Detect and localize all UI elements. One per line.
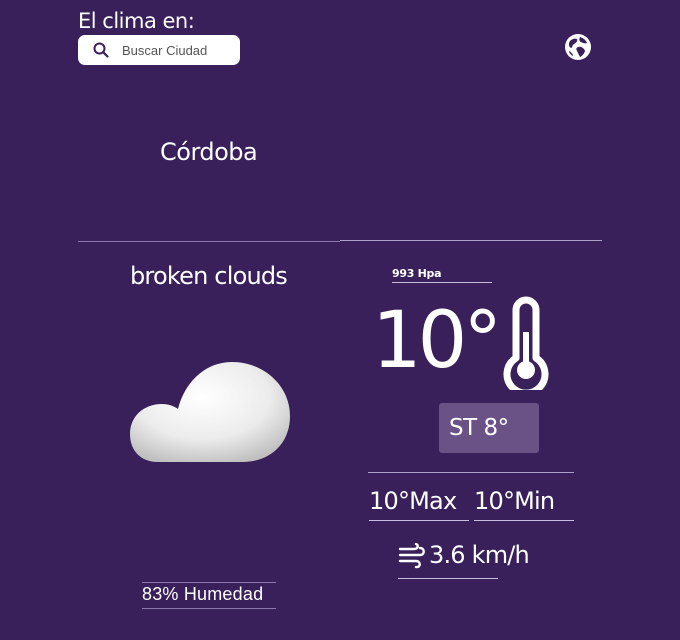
feels-like-value: ST 8° <box>439 403 539 453</box>
pressure-value: 993 Hpa <box>392 267 492 283</box>
wind-speed-value: 3.6 km/h <box>429 541 530 569</box>
temp-max-value: 10°Max <box>369 487 469 521</box>
temp-min-value: 10°Min <box>474 487 574 521</box>
app-title: El clima en: <box>78 9 195 33</box>
divider <box>340 240 602 241</box>
humidity-value: 83% Humedad <box>142 582 276 609</box>
divider <box>78 241 340 242</box>
search-input[interactable] <box>122 35 234 65</box>
thermometer-icon <box>503 296 549 390</box>
wind-row: 3.6 km/h <box>398 538 530 579</box>
wind-icon <box>398 543 425 569</box>
cloud-icon <box>130 362 290 462</box>
divider <box>368 472 574 473</box>
city-name: Córdoba <box>160 138 258 166</box>
weather-description: broken clouds <box>130 262 288 290</box>
search-icon[interactable] <box>92 41 110 59</box>
globe-icon[interactable] <box>564 33 592 61</box>
temperature-value: 10° <box>372 296 502 386</box>
search-box[interactable] <box>78 35 240 65</box>
